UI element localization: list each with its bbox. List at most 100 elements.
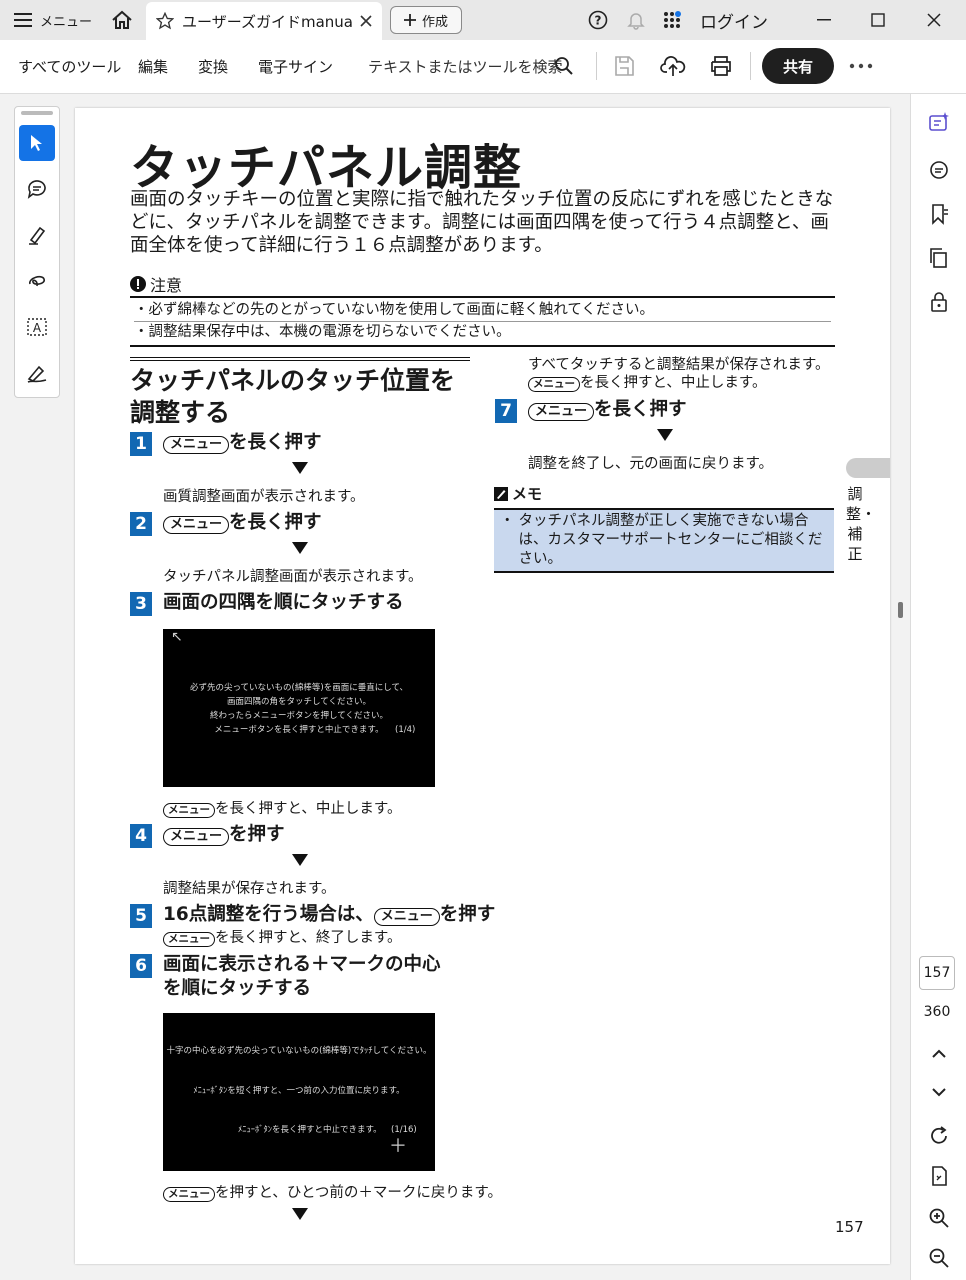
minimize-icon[interactable]: [810, 6, 838, 34]
screen-line: 十字の中心を必ず先の尖っていないもの(綿棒等)でﾀｯﾁしてください。: [166, 1046, 432, 1056]
rotate-icon[interactable]: [925, 1122, 953, 1150]
down-arrow-icon: [292, 542, 308, 554]
caution-box: ・必ず綿棒などの先のとがっていない物を使用して画面に軽く触れてください。 ・調整…: [130, 296, 835, 347]
print-icon[interactable]: [708, 54, 734, 82]
zoom-in-icon[interactable]: [925, 1204, 953, 1232]
all-tools-menu[interactable]: すべてのツール: [18, 54, 121, 80]
step-2-desc: タッチパネル調整画面が表示されます。: [163, 569, 423, 585]
create-button[interactable]: 作成: [390, 6, 462, 34]
page-up-icon[interactable]: [925, 1040, 953, 1068]
share-button[interactable]: 共有: [762, 48, 834, 84]
screen-line: ﾒﾆｭｰﾎﾞﾀﾝを長く押すと中止できます。: [238, 1125, 382, 1135]
window-close-icon[interactable]: [920, 6, 948, 34]
down-arrow-icon: [292, 854, 308, 866]
step-number: 7: [495, 399, 517, 423]
highlight-tool-icon[interactable]: [19, 217, 55, 253]
sign-tool-icon[interactable]: [19, 355, 55, 391]
section-heading: タッチパネルのタッチ位置を調整する: [130, 366, 456, 427]
screen-image-16point: 十字の中心を必ず先の尖っていないもの(綿棒等)でﾀｯﾁしてください。 ﾒﾆｭｰﾎ…: [163, 1013, 435, 1171]
memo-pencil-icon: [494, 486, 508, 501]
memo-label: メモ: [512, 485, 543, 503]
caution-item: ・調整結果保存中は、本機の電源を切らないでください。: [134, 321, 831, 343]
zoom-out-icon[interactable]: [925, 1244, 953, 1272]
section-heading-wrapper: タッチパネルのタッチ位置を調整する: [130, 357, 470, 429]
total-pages: 360: [923, 1004, 951, 1020]
draw-tool-icon[interactable]: [19, 263, 55, 299]
corner-arrow: ↖: [171, 629, 183, 645]
menu-key: メニュー: [163, 803, 215, 818]
maximize-icon[interactable]: [864, 6, 892, 34]
page-number-input[interactable]: 157: [919, 956, 955, 990]
panel-grip[interactable]: [21, 111, 53, 115]
step-7-text: メニュー を長く押す: [528, 398, 687, 422]
toolbar-divider: [750, 52, 751, 80]
caution-heading: 注意: [130, 272, 182, 296]
step-number: 3: [130, 592, 152, 616]
comments-panel-icon[interactable]: [925, 156, 953, 184]
chapter-label: 調整・補正: [846, 485, 877, 563]
scrollbar-thumb[interactable]: [898, 602, 903, 618]
screen-line: ﾒﾆｭｰﾎﾞﾀﾝを短く押すと、一つ前の入力位置に戻ります。: [193, 1086, 405, 1096]
step-5-desc: メニュー を長く押すと、終了します。: [163, 928, 401, 948]
caution-item: ・必ず綿棒などの先のとがっていない物を使用して画面に軽く触れてください。: [134, 302, 654, 318]
convert-menu[interactable]: 変換: [198, 54, 228, 80]
bookmark-icon[interactable]: [925, 200, 953, 228]
document-tab[interactable]: ユーザーズガイドmanua...: [146, 2, 382, 40]
apps-grid-icon[interactable]: [662, 10, 684, 36]
page-down-icon[interactable]: [925, 1078, 953, 1106]
star-icon[interactable]: [156, 12, 174, 30]
login-button[interactable]: ログイン: [700, 6, 768, 34]
pages-thumbnail-icon[interactable]: [925, 244, 953, 272]
page-number: 157: [835, 1218, 864, 1236]
menu-button[interactable]: メニュー: [8, 6, 98, 34]
svg-text:A: A: [33, 321, 42, 335]
col2-text: メニュー を長く押すと、中止します。: [528, 373, 766, 393]
step-number: 6: [130, 954, 152, 978]
bell-icon[interactable]: [626, 10, 646, 34]
screen-counter: (1/4): [395, 725, 416, 735]
caution-label: 注意: [150, 276, 183, 295]
toolbar-divider: [596, 52, 597, 80]
screen-line: 画面四隅の角をタッチしてください。: [227, 697, 371, 707]
select-tool-icon[interactable]: [19, 125, 55, 161]
menu-key: メニュー: [163, 436, 230, 454]
close-tab-icon[interactable]: [360, 15, 372, 27]
more-options-icon[interactable]: [848, 56, 874, 80]
comment-tool-icon[interactable]: [19, 171, 55, 207]
step-3-desc: メニュー を長く押すと、中止します。: [163, 799, 401, 819]
menu-key: メニュー: [373, 908, 440, 926]
menu-key: メニュー: [528, 403, 595, 421]
help-icon[interactable]: ?: [588, 10, 608, 34]
search-field[interactable]: テキストまたはツールを検索: [368, 54, 563, 80]
screen-line: 必ず先の尖っていないもの(綿棒等)を画面に垂直にして、: [189, 683, 409, 693]
page-fit-icon[interactable]: [925, 1162, 953, 1190]
home-button[interactable]: [106, 6, 138, 34]
create-label: 作成: [421, 14, 448, 30]
step-4-text: メニュー を押す: [163, 823, 285, 847]
chapter-tab: [846, 458, 890, 478]
menu-label: メニュー: [40, 14, 93, 30]
ai-assistant-icon[interactable]: [925, 108, 953, 136]
edit-menu[interactable]: 編集: [138, 54, 168, 80]
step-4-desc: 調整結果が保存されます。: [163, 881, 336, 897]
esign-menu[interactable]: 電子サイン: [258, 54, 333, 80]
col2-text: すべてタッチすると調整結果が保存されます。: [528, 357, 830, 373]
screen-line: 終わったらメニューボタンを押してください。: [210, 711, 388, 721]
warning-icon: [130, 276, 146, 292]
step-number: 4: [130, 824, 152, 848]
cloud-upload-icon[interactable]: [660, 54, 686, 82]
intro-paragraph: 画面のタッチキーの位置と実際に指で触れたタッチ位置の反応にずれを感じたときなどに…: [130, 189, 834, 256]
save-icon[interactable]: [612, 54, 636, 82]
search-icon[interactable]: [554, 56, 574, 80]
down-arrow-icon: [292, 1208, 308, 1220]
step-number: 5: [130, 904, 152, 928]
menu-key: メニュー: [163, 932, 215, 947]
menu-key: メニュー: [163, 1187, 215, 1202]
lock-icon[interactable]: [925, 288, 953, 316]
step-1-desc: 画質調整画面が表示されます。: [163, 489, 365, 505]
text-box-tool-icon[interactable]: A: [19, 309, 55, 345]
plus-icon: [403, 14, 416, 26]
down-arrow-icon: [657, 429, 673, 441]
hamburger-icon: [14, 13, 32, 27]
step-number: 2: [130, 512, 152, 536]
